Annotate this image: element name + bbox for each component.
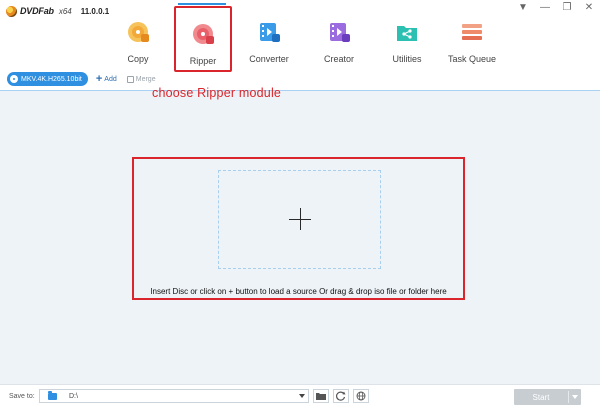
utilities-folder-icon xyxy=(395,20,419,44)
folder-icon xyxy=(48,390,57,400)
module-task-queue-label: Task Queue xyxy=(447,54,497,64)
globe-button[interactable] xyxy=(353,389,369,403)
ripper-disc-icon xyxy=(191,22,215,46)
app-brand: DVDFab x64 11.0.0.1 xyxy=(6,4,109,18)
app-name: DVDFab xyxy=(20,6,54,16)
converter-film-icon xyxy=(257,20,281,44)
merge-label: Merge xyxy=(135,75,156,83)
start-separator xyxy=(568,391,569,403)
app-version: 11.0.0.1 xyxy=(80,6,110,16)
minimize-icon[interactable]: — xyxy=(540,2,550,13)
menu-dropdown-icon[interactable]: ▼ xyxy=(518,2,528,13)
save-to-label: Save to: xyxy=(9,393,35,400)
profile-selector[interactable]: MKV.4K.H265.10bit xyxy=(7,72,88,86)
module-converter-label: Converter xyxy=(249,54,289,64)
close-icon[interactable]: ✕ xyxy=(584,2,594,13)
add-label: Add xyxy=(104,75,117,83)
active-module-indicator xyxy=(178,3,226,5)
start-dropdown-icon[interactable] xyxy=(572,395,578,399)
maximize-icon[interactable]: ❐ xyxy=(562,2,572,13)
task-queue-icon xyxy=(460,20,484,44)
merge-icon xyxy=(126,75,134,83)
copy-disc-icon xyxy=(126,20,150,44)
module-utilities-label: Utilities xyxy=(392,54,422,64)
plus-icon: + xyxy=(95,73,103,85)
toolbar: MKV.4K.H265.10bit + Add Merge xyxy=(0,68,600,90)
save-path-select[interactable]: D:\ xyxy=(39,389,309,403)
drop-hint: Insert Disc or click on + button to load… xyxy=(150,287,447,296)
module-creator-label: Creator xyxy=(323,54,354,64)
disc-icon xyxy=(10,75,18,83)
window-controls: ▼ — ❐ ✕ xyxy=(518,2,594,13)
module-copy-label: Copy xyxy=(127,54,149,64)
annotation-text: choose Ripper module xyxy=(152,86,282,100)
dvdfab-logo-icon xyxy=(6,5,17,17)
save-path-value: D:\ xyxy=(69,392,78,400)
start-button[interactable]: Start xyxy=(514,389,581,405)
module-ripper-label: Ripper xyxy=(189,56,217,66)
header-divider xyxy=(0,90,600,91)
browse-folder-button[interactable] xyxy=(313,389,329,403)
profile-label: MKV.4K.H265.10bit xyxy=(21,75,82,83)
merge-button[interactable]: Merge xyxy=(126,75,156,83)
add-source-plus-icon-vertical[interactable] xyxy=(300,208,301,230)
open-folder-icon xyxy=(316,393,326,400)
start-label: Start xyxy=(532,392,550,402)
chevron-down-icon[interactable] xyxy=(299,394,305,398)
app-arch: x64 xyxy=(58,6,72,16)
refresh-icon xyxy=(336,391,346,401)
bottom-bar: Save to: D:\ Start xyxy=(0,384,600,411)
refresh-button[interactable] xyxy=(333,389,349,403)
add-button[interactable]: + Add xyxy=(95,73,117,85)
module-ripper[interactable]: Ripper xyxy=(174,6,232,72)
globe-icon xyxy=(356,391,366,401)
top-bar: DVDFab x64 11.0.0.1 ▼ — ❐ ✕ Copy Ripper … xyxy=(0,0,600,90)
creator-film-icon xyxy=(327,20,351,44)
